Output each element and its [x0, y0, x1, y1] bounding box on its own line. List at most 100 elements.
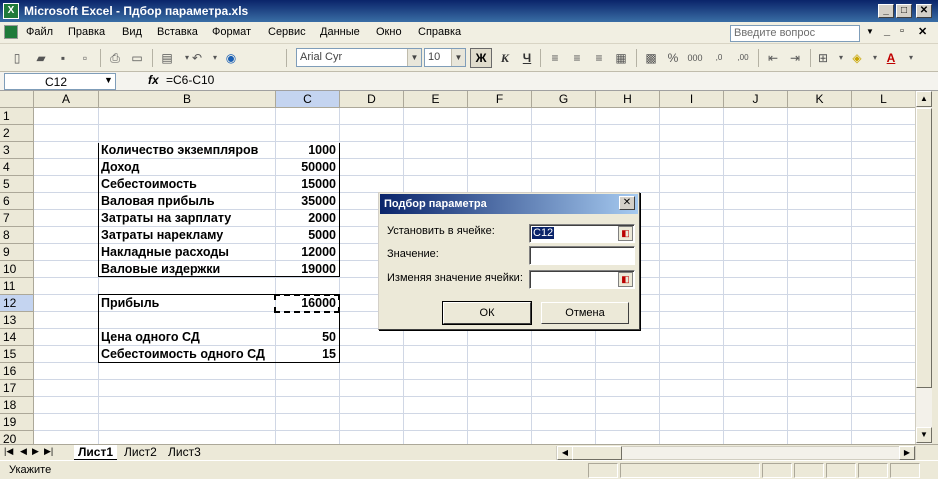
menu-file[interactable]: Файл — [26, 26, 53, 38]
currency-icon[interactable]: ▩ — [642, 49, 660, 67]
font-size-select[interactable]: 10 ▼ — [424, 48, 466, 67]
italic-button[interactable]: К — [496, 49, 514, 67]
merge-center-icon[interactable]: ▦ — [612, 49, 630, 67]
insert-function-icon[interactable]: fx — [148, 73, 159, 87]
column-header-f[interactable]: F — [468, 91, 532, 108]
prev-sheet-icon[interactable]: ◀ — [20, 446, 27, 457]
row-header[interactable]: 8 — [0, 227, 34, 244]
cell-value[interactable]: 15 — [276, 346, 338, 363]
doc-minimize-button[interactable]: _ — [884, 25, 890, 37]
row-header[interactable]: 15 — [0, 346, 34, 363]
changing-cell-input[interactable]: ◧ — [529, 270, 635, 289]
help-question-input[interactable]: Введите вопрос — [730, 25, 860, 42]
fill-color-icon[interactable]: ◈ — [848, 49, 866, 67]
underline-button[interactable]: Ч — [518, 49, 536, 67]
row-header[interactable]: 11 — [0, 278, 34, 295]
cell-value[interactable]: 5000 — [276, 227, 338, 244]
minimize-button[interactable]: _ — [878, 4, 894, 18]
cell-value[interactable]: 50000 — [276, 159, 338, 176]
set-cell-input[interactable]: C12 ◧ — [529, 224, 635, 243]
scroll-down-icon[interactable]: ▼ — [916, 427, 932, 443]
menu-window[interactable]: Окно — [376, 26, 402, 38]
font-name-select[interactable]: Arial Cyr ▼ — [296, 48, 422, 67]
horizontal-scrollbar[interactable]: ◀ ▶ — [556, 446, 916, 460]
row-header[interactable]: 18 — [0, 397, 34, 414]
cell-value[interactable]: 12000 — [276, 244, 338, 261]
column-header-c[interactable]: C — [276, 91, 340, 108]
menu-tools[interactable]: Сервис — [268, 26, 306, 38]
close-window-button[interactable]: ✕ — [916, 4, 932, 18]
collapse-dialog-icon[interactable]: ◧ — [618, 272, 633, 287]
formula-input[interactable]: =C6-C10 — [166, 73, 214, 87]
font-color-icon[interactable]: A — [882, 49, 900, 67]
undo-icon[interactable]: ↶ — [188, 49, 206, 67]
column-header-l[interactable]: L — [852, 91, 915, 108]
menu-edit[interactable]: Правка — [68, 26, 105, 38]
sheet-tab-2[interactable]: Лист2 — [120, 445, 161, 460]
workbook-icon[interactable] — [4, 25, 18, 39]
cell-label[interactable]: Цена одного СД — [101, 329, 274, 346]
row-header[interactable]: 20 — [0, 431, 34, 444]
cell-label[interactable]: Себестоимость — [101, 176, 274, 193]
vertical-scrollbar[interactable]: ▲ ▼ — [915, 91, 932, 444]
sheet-tab-1[interactable]: Лист1 — [74, 445, 118, 460]
help-icon[interactable]: ◉ — [222, 49, 240, 67]
select-all-corner[interactable] — [0, 91, 34, 108]
row-header[interactable]: 13 — [0, 312, 34, 329]
doc-close-button[interactable]: ✕ — [918, 25, 927, 38]
last-sheet-icon[interactable]: ▶| — [44, 446, 53, 457]
print-icon[interactable]: ⎙ — [106, 49, 124, 67]
column-header-e[interactable]: E — [404, 91, 468, 108]
menu-data[interactable]: Данные — [320, 26, 360, 38]
horizontal-scroll-thumb[interactable] — [572, 446, 622, 460]
cell-label[interactable]: Затраты нарекламу — [101, 227, 274, 244]
column-header-g[interactable]: G — [532, 91, 596, 108]
scroll-up-icon[interactable]: ▲ — [916, 91, 932, 107]
collapse-dialog-icon[interactable]: ◧ — [618, 226, 633, 241]
column-header-j[interactable]: J — [724, 91, 788, 108]
bold-button[interactable]: Ж — [470, 48, 492, 68]
ok-button[interactable]: ОК — [442, 301, 532, 325]
align-right-icon[interactable]: ≡ — [590, 49, 608, 67]
vertical-scroll-thumb[interactable] — [916, 108, 932, 388]
to-value-input[interactable] — [529, 246, 635, 265]
cell-value[interactable]: 50 — [276, 329, 338, 346]
increase-indent-icon[interactable]: ⇥ — [786, 49, 804, 67]
scroll-right-icon[interactable]: ▶ — [899, 446, 915, 460]
align-center-icon[interactable]: ≡ — [568, 49, 586, 67]
decrease-decimal-button[interactable]: ,00 — [734, 49, 752, 67]
new-doc-icon[interactable]: ▯ — [8, 49, 26, 67]
menu-help[interactable]: Справка — [418, 26, 461, 38]
name-box-dropdown-icon[interactable]: ▼ — [104, 75, 113, 85]
cell-value[interactable]: 2000 — [276, 210, 338, 227]
row-header[interactable]: 19 — [0, 414, 34, 431]
paste-icon[interactable]: ▤ — [158, 49, 176, 67]
column-header-b[interactable]: B — [99, 91, 276, 108]
doc-restore-button[interactable]: ▫ — [900, 25, 904, 37]
row-header[interactable]: 1 — [0, 108, 34, 125]
row-header[interactable]: 2 — [0, 125, 34, 142]
cell-label[interactable]: Затраты на зарплату — [101, 210, 274, 227]
print-preview-icon[interactable]: ▭ — [128, 49, 146, 67]
sheet-tab-3[interactable]: Лист3 — [164, 445, 205, 460]
row-header[interactable]: 3 — [0, 142, 34, 159]
first-sheet-icon[interactable]: |◀ — [4, 446, 13, 457]
row-header[interactable]: 14 — [0, 329, 34, 346]
column-header-a[interactable]: A — [34, 91, 99, 108]
column-header-i[interactable]: I — [660, 91, 724, 108]
cell-label[interactable]: Накладные расходы — [101, 244, 274, 261]
row-header[interactable]: 16 — [0, 363, 34, 380]
row-header[interactable]: 5 — [0, 176, 34, 193]
permission-icon[interactable]: ▫ — [76, 49, 94, 67]
cell-value[interactable]: 35000 — [276, 193, 338, 210]
help-dropdown-icon[interactable]: ▼ — [866, 27, 874, 36]
dialog-close-button[interactable]: ✕ — [619, 196, 635, 210]
cell-label[interactable]: Доход — [101, 159, 274, 176]
cell-value[interactable]: 15000 — [276, 176, 338, 193]
menu-insert[interactable]: Вставка — [157, 26, 198, 38]
column-header-k[interactable]: K — [788, 91, 852, 108]
column-header-h[interactable]: H — [596, 91, 660, 108]
menu-view[interactable]: Вид — [122, 26, 142, 38]
scroll-left-icon[interactable]: ◀ — [557, 446, 573, 460]
maximize-button[interactable]: □ — [896, 4, 912, 18]
